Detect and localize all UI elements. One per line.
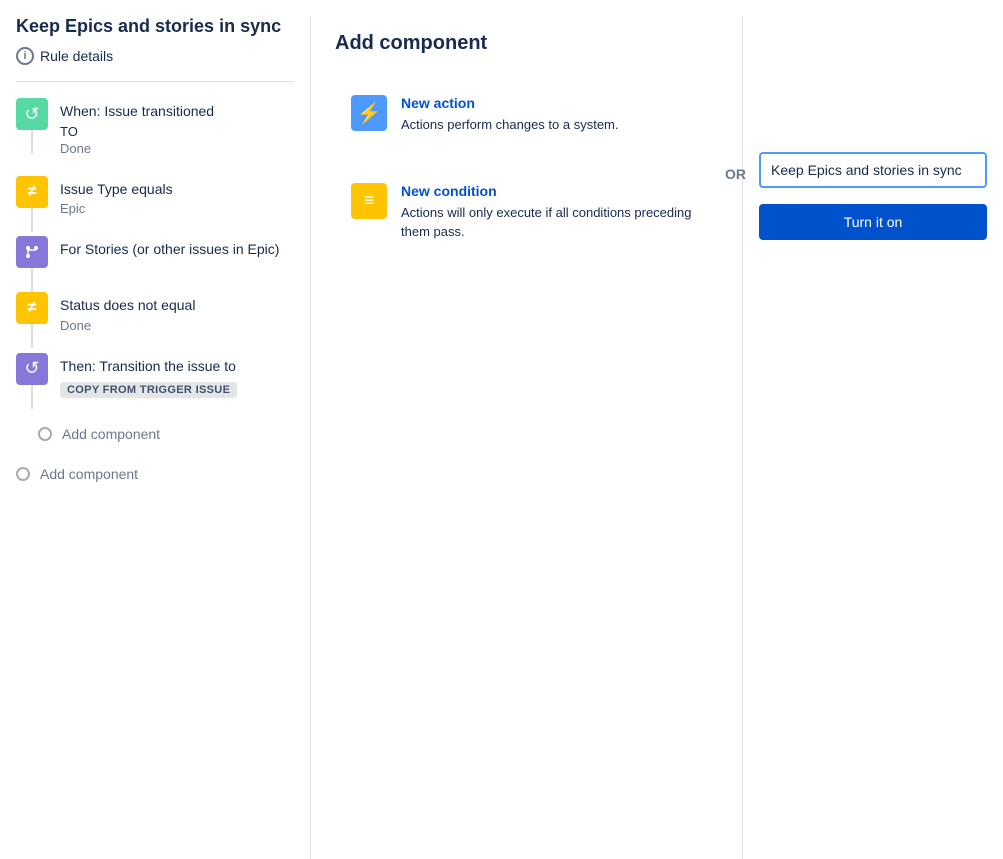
connector-line-1 — [31, 130, 33, 154]
connector-condition1: ≠ — [16, 176, 48, 232]
action-card-desc: Actions perform changes to a system. — [401, 115, 618, 135]
branch-content: For Stories (or other issues in Epic) — [60, 236, 294, 280]
condition-card-icon: ≡ — [351, 183, 387, 219]
turn-it-on-button[interactable]: Turn it on — [759, 204, 987, 240]
branch-icon — [16, 236, 48, 268]
branch-title: For Stories (or other issues in Epic) — [60, 240, 294, 260]
connector-action: ↺ — [16, 353, 48, 409]
connector-branch — [16, 236, 48, 292]
connector-line-3 — [31, 268, 33, 292]
condition1-content: Issue Type equals Epic — [60, 176, 294, 237]
workflow-item-condition1[interactable]: ≠ Issue Type equals Epic — [16, 176, 294, 237]
condition1-value: Epic — [60, 201, 294, 216]
workflow-item-action[interactable]: ↺ Then: Transition the issue to COPY FRO… — [16, 353, 294, 419]
action-card-text: New action Actions perform changes to a … — [401, 95, 618, 135]
condition1-icon: ≠ — [16, 176, 48, 208]
condition-card-title: New condition — [401, 183, 702, 199]
new-condition-card[interactable]: ≡ New condition Actions will only execut… — [335, 167, 718, 258]
trigger-title: When: Issue transitioned — [60, 102, 294, 122]
workflow-list: ↺ When: Issue transitioned TO Done ≠ — [16, 98, 294, 446]
condition1-title: Issue Type equals — [60, 180, 294, 200]
add-component-bottom[interactable]: Add component — [16, 462, 294, 486]
workflow-item-trigger[interactable]: ↺ When: Issue transitioned TO Done — [16, 98, 294, 176]
page-title: Keep Epics and stories in sync — [16, 16, 294, 37]
connector-line-4 — [31, 324, 33, 348]
action-card-title: New action — [401, 95, 618, 111]
connector-line-2 — [31, 208, 33, 232]
trigger-content: When: Issue transitioned TO Done — [60, 98, 294, 176]
new-action-card[interactable]: ⚡ New action Actions perform changes to … — [335, 79, 718, 151]
condition2-icon: ≠ — [16, 292, 48, 324]
add-component-bottom-label: Add component — [40, 466, 138, 482]
workflow-item-branch[interactable]: For Stories (or other issues in Epic) — [16, 236, 294, 292]
action-card-icon: ⚡ — [351, 95, 387, 131]
action-title: Then: Transition the issue to — [60, 357, 294, 377]
copy-badge: COPY FROM TRIGGER ISSUE — [60, 382, 237, 398]
connector-line-5 — [31, 385, 33, 409]
condition-card-text: New condition Actions will only execute … — [401, 183, 702, 242]
action-icon: ↺ — [16, 353, 48, 385]
condition-card-desc: Actions will only execute if all conditi… — [401, 203, 702, 242]
trigger-to-value: Done — [60, 141, 294, 156]
trigger-icon: ↺ — [16, 98, 48, 130]
sidebar: Keep Epics and stories in sync i Rule de… — [0, 16, 310, 859]
add-component-bottom-circle — [16, 467, 30, 481]
add-component-inner-circle — [38, 427, 52, 441]
rule-details-row[interactable]: i Rule details — [16, 47, 294, 82]
workflow-item-condition2[interactable]: ≠ Status does not equal Done — [16, 292, 294, 353]
condition2-title: Status does not equal — [60, 296, 294, 316]
condition2-content: Status does not equal Done — [60, 292, 294, 353]
or-label: OR — [725, 166, 746, 182]
connector-condition2: ≠ — [16, 292, 48, 348]
rule-name-input[interactable] — [759, 152, 987, 188]
main-title: Add component — [335, 32, 718, 55]
add-component-inner[interactable]: Add component — [38, 422, 294, 446]
trigger-to-label: TO — [60, 124, 294, 139]
right-panel: OR Turn it on — [743, 16, 1003, 859]
action-content: Then: Transition the issue to COPY FROM … — [60, 353, 294, 419]
condition2-value: Done — [60, 318, 294, 333]
add-component-inner-label: Add component — [62, 426, 160, 442]
rule-details-label: Rule details — [40, 48, 113, 64]
connector-trigger: ↺ — [16, 98, 48, 154]
info-icon: i — [16, 47, 34, 65]
main-content: Add component ⚡ New action Actions perfo… — [311, 16, 742, 859]
